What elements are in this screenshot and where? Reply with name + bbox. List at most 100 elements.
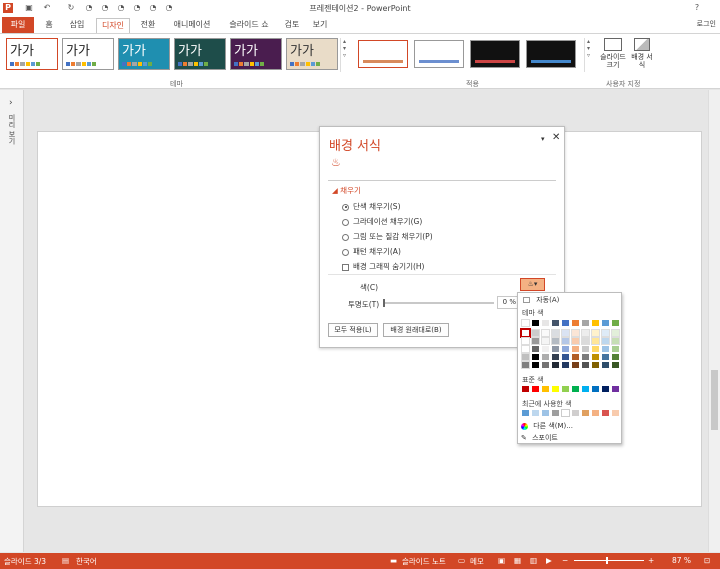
theme-color-swatch[interactable] (571, 337, 580, 345)
hide-bg-graphics-checkbox[interactable]: 배경 그래픽 숨기기(H) (342, 261, 424, 272)
theme-color-swatch[interactable] (581, 329, 590, 337)
format-background-button[interactable]: 배경 서식 (630, 38, 654, 78)
theme-color-swatch[interactable] (521, 353, 530, 361)
theme-color-swatch[interactable] (592, 354, 599, 360)
theme-color-swatch[interactable] (562, 362, 569, 368)
theme-color-swatch[interactable] (571, 329, 580, 337)
gradient-fill-radio[interactable]: 그라데이션 채우기(G) (342, 216, 422, 227)
theme-color-swatch[interactable] (521, 337, 530, 345)
theme-color-swatch[interactable] (582, 346, 589, 352)
theme-color-swatch[interactable] (531, 329, 540, 337)
theme-color-swatch[interactable] (521, 319, 530, 327)
theme-color-swatch[interactable] (601, 337, 610, 345)
theme-color-swatch[interactable] (612, 354, 619, 360)
variant-thumbnail[interactable] (526, 40, 576, 68)
theme-color-swatch[interactable] (612, 362, 619, 368)
theme-color-swatch[interactable] (572, 354, 579, 360)
theme-color-swatch[interactable] (591, 337, 600, 345)
recent-color-swatch[interactable] (561, 409, 570, 417)
zoom-in-icon[interactable]: + (648, 556, 654, 565)
theme-color-swatch[interactable] (611, 337, 620, 345)
tab-design[interactable]: 디자인 (96, 18, 130, 33)
fit-slide-icon[interactable]: ⊡ (704, 556, 710, 565)
spellcheck-icon[interactable]: ▤ (62, 556, 69, 565)
variant-thumbnail[interactable] (414, 40, 464, 68)
comments-button[interactable]: 메모 (470, 556, 484, 567)
standard-color-swatch[interactable] (602, 386, 609, 392)
theme-color-swatch[interactable] (612, 320, 619, 326)
slideshow-icon[interactable]: ▶ (546, 556, 552, 565)
standard-color-swatch[interactable] (612, 386, 619, 392)
theme-thumbnail[interactable]: 가가 (230, 38, 282, 70)
theme-thumbnail[interactable]: 가가 (118, 38, 170, 70)
zoom-out-icon[interactable]: − (562, 556, 568, 565)
theme-color-swatch[interactable] (542, 320, 549, 326)
transparency-input[interactable]: 0 % (497, 296, 519, 309)
tab-view[interactable]: 보기 (308, 18, 332, 33)
theme-color-swatch[interactable] (602, 362, 609, 368)
vertical-scrollbar[interactable] (708, 90, 720, 552)
theme-color-swatch[interactable] (541, 329, 550, 337)
theme-color-swatch[interactable] (602, 346, 609, 352)
slider-thumb[interactable] (383, 299, 385, 307)
theme-color-swatch[interactable] (542, 362, 549, 368)
zoom-slider[interactable] (574, 560, 644, 561)
zoom-slider-thumb[interactable] (606, 557, 608, 564)
theme-color-swatch[interactable] (552, 320, 559, 326)
theme-thumbnail[interactable]: 가가 (174, 38, 226, 70)
standard-color-swatch[interactable] (582, 386, 589, 392)
theme-thumbnail[interactable]: 가가 (6, 38, 58, 70)
theme-color-swatch[interactable] (551, 337, 560, 345)
solid-fill-radio[interactable]: 단색 채우기(S) (342, 201, 401, 212)
more-colors-option[interactable]: 다른 색(M)... (521, 421, 573, 431)
theme-color-swatch[interactable] (532, 362, 539, 368)
theme-color-swatch[interactable] (582, 362, 589, 368)
theme-color-swatch[interactable] (562, 346, 569, 352)
slide-size-button[interactable]: 슬라이드 크기 (598, 38, 628, 78)
help-icon[interactable]: ? (692, 3, 702, 13)
theme-color-swatch[interactable] (552, 354, 559, 360)
theme-color-swatch[interactable] (542, 354, 549, 360)
slide-sorter-icon[interactable]: ▦ (514, 556, 521, 565)
tab-home[interactable]: 홈 (38, 18, 60, 33)
standard-color-swatch[interactable] (552, 386, 559, 392)
auto-color-option[interactable]: 자동(A) (520, 295, 619, 305)
transparency-slider[interactable] (383, 299, 494, 307)
color-dropdown-button[interactable]: ♨▾ (520, 278, 545, 291)
recent-color-swatch[interactable] (522, 410, 529, 416)
eyedropper-option[interactable]: ✎ 스포이트 (521, 433, 558, 443)
theme-color-swatch[interactable] (572, 320, 579, 326)
standard-color-swatch[interactable] (572, 386, 579, 392)
theme-color-swatch[interactable] (572, 362, 579, 368)
recent-color-swatch[interactable] (612, 410, 619, 416)
close-icon[interactable]: ✕ (552, 132, 560, 143)
standard-color-swatch[interactable] (542, 386, 549, 392)
reading-view-icon[interactable]: ▥ (530, 556, 537, 565)
expand-chevron-icon[interactable]: › (9, 98, 13, 108)
tab-slideshow[interactable]: 슬라이드 쇼 (222, 18, 276, 33)
fill-section-header[interactable]: ◢ 채우기 (332, 185, 361, 196)
recent-color-swatch[interactable] (572, 410, 579, 416)
standard-color-swatch[interactable] (532, 386, 539, 392)
reset-background-button[interactable]: 배경 원래대로(B) (383, 323, 449, 337)
theme-color-swatch[interactable] (572, 346, 579, 352)
variant-thumbnail[interactable] (470, 40, 520, 68)
theme-color-swatch[interactable] (521, 361, 530, 369)
theme-color-swatch[interactable] (582, 354, 589, 360)
variant-thumbnail[interactable] (358, 40, 408, 68)
tab-insert[interactable]: 삽입 (62, 18, 92, 33)
notes-button[interactable]: 슬라이드 노트 (402, 556, 446, 567)
theme-color-swatch[interactable] (521, 345, 530, 353)
theme-color-swatch[interactable] (561, 329, 570, 337)
pattern-fill-radio[interactable]: 패턴 채우기(A) (342, 246, 401, 257)
variant-gallery-scroll[interactable]: ▴ ▾ ▿ (584, 38, 592, 72)
theme-color-swatch[interactable] (520, 328, 531, 338)
theme-color-swatch[interactable] (551, 329, 560, 337)
theme-color-swatch[interactable] (541, 337, 550, 345)
tab-review[interactable]: 검토 (280, 18, 304, 33)
scrollbar-thumb[interactable] (711, 370, 718, 430)
theme-color-swatch[interactable] (542, 346, 549, 352)
theme-color-swatch[interactable] (592, 362, 599, 368)
login-link[interactable]: 로그인 (697, 19, 716, 29)
theme-color-swatch[interactable] (592, 346, 599, 352)
